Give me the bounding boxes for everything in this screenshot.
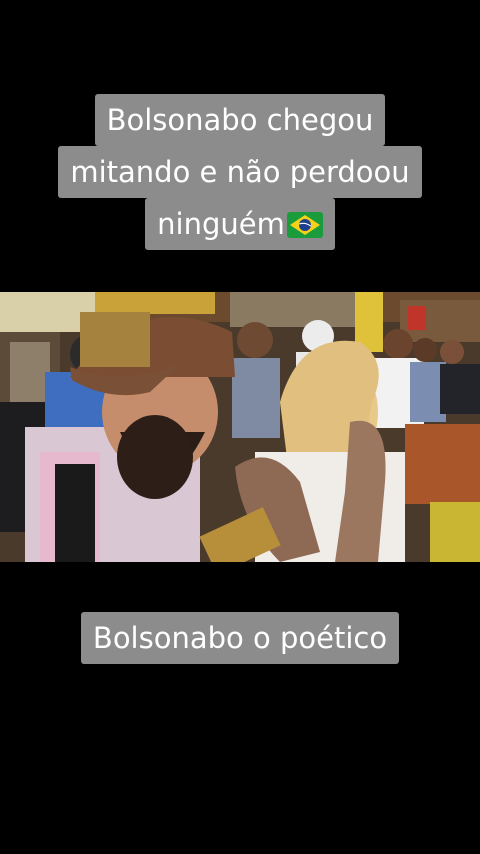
video-frame[interactable] [0,292,480,562]
brazil-flag-icon [286,212,323,238]
bottom-caption: Bolsonabo o poético [0,612,480,664]
top-caption-line-3-text: ninguém [157,207,285,241]
top-caption: Bolsonabo chegou mitando e não perdoou n… [0,94,480,250]
top-caption-line-1: Bolsonabo chegou [94,94,386,146]
top-caption-line-3: ninguém [145,198,335,250]
bottom-caption-text: Bolsonabo o poético [80,612,400,664]
top-caption-line-2: mitando e não perdoou [58,146,422,198]
video-scene [0,292,480,562]
